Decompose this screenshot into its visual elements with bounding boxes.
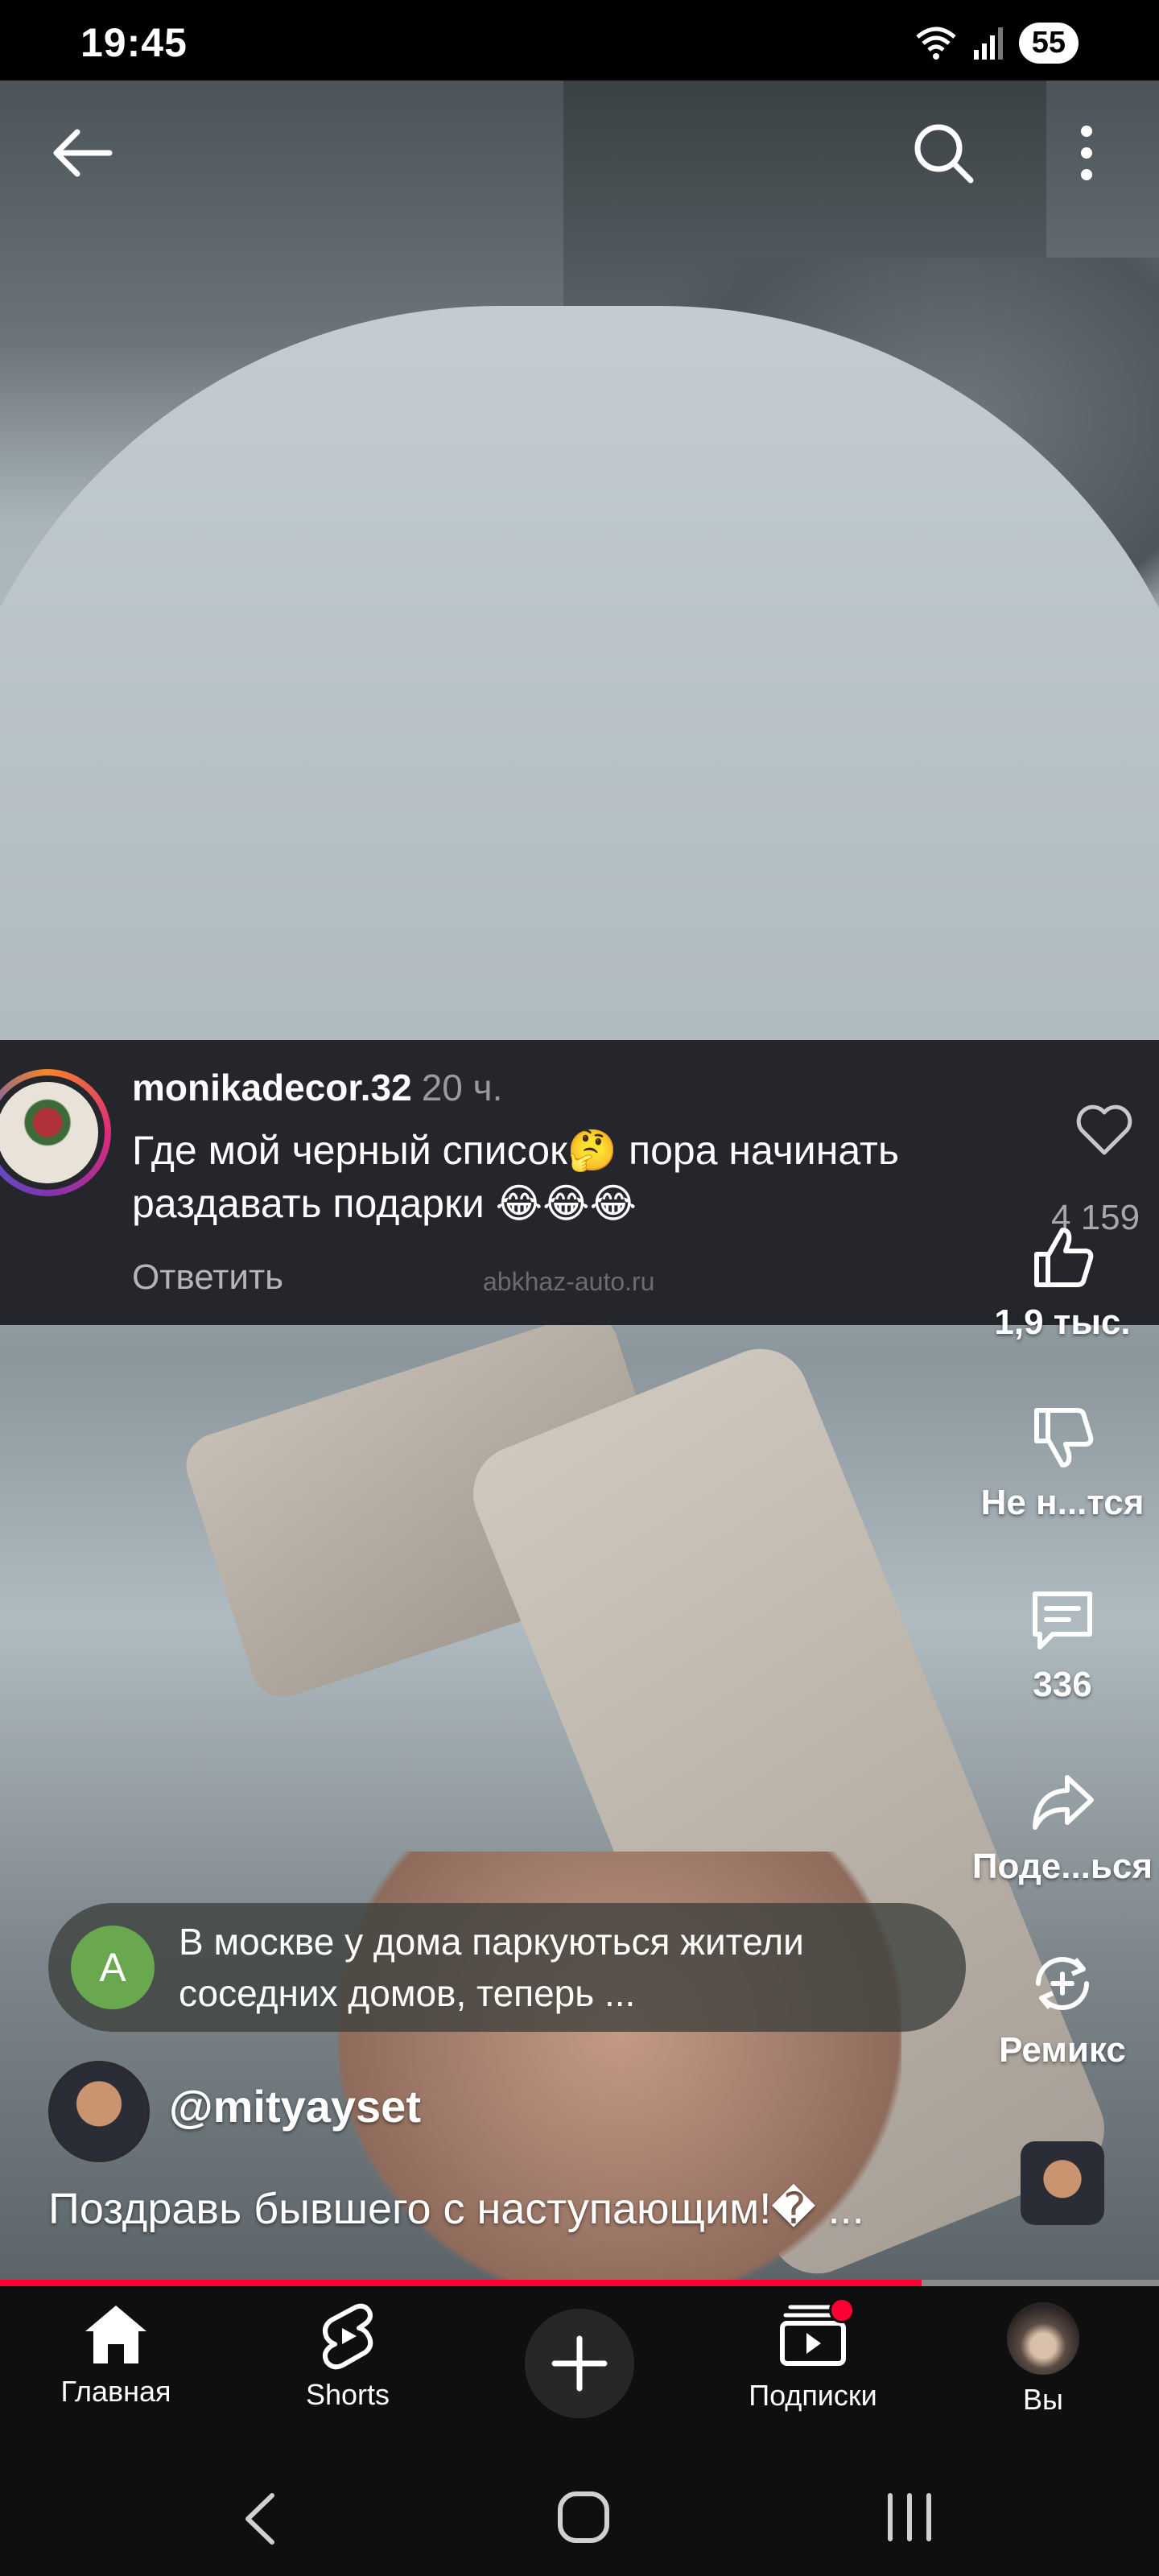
system-home-icon[interactable] (555, 2489, 612, 2545)
commenter-avatar[interactable] (0, 1069, 111, 1196)
status-time: 19:45 (80, 20, 188, 65)
channel-handle[interactable]: @mityayset (169, 2080, 421, 2132)
comment-time: 20 ч. (421, 1067, 503, 1108)
comment-text: Где мой черный список🤔 пора начинать раз… (132, 1128, 900, 1226)
subscriptions-notification-dot (829, 2297, 855, 2323)
nav-subscriptions-label: Подписки (749, 2379, 877, 2412)
share-button[interactable]: Поде...ься (958, 1768, 1159, 1887)
battery-indicator: 55 (1018, 23, 1079, 64)
nav-you-label: Вы (1023, 2383, 1063, 2416)
share-arrow-icon (1033, 1775, 1094, 1830)
status-bar: 19:45 55 (0, 0, 1159, 80)
comment-reply-button[interactable]: Ответить (132, 1257, 283, 1298)
thumbs-down-icon (1034, 1408, 1094, 1468)
status-icons: 55 (914, 23, 1079, 64)
comment-like-button[interactable] (1075, 1104, 1133, 1160)
related-video-avatar: A (71, 1926, 155, 2009)
more-vertical-icon (1081, 126, 1092, 180)
like-button[interactable]: 1,9 тыс. (958, 1224, 1159, 1343)
wifi-icon (916, 27, 956, 60)
nav-shorts[interactable]: Shorts (259, 2302, 436, 2412)
dislike-label: Не н...тся (980, 1483, 1145, 1522)
watermark-text: abkhaz-auto.ru (483, 1267, 655, 1296)
search-button[interactable] (903, 113, 984, 193)
related-video-pill[interactable]: A В москве у дома паркуються жители сосе… (48, 1903, 966, 2032)
more-options-button[interactable] (1046, 113, 1127, 193)
nav-home[interactable]: Главная (27, 2302, 204, 2409)
back-button[interactable] (42, 113, 122, 193)
nav-subscriptions[interactable]: Подписки (724, 2297, 901, 2413)
like-count: 1,9 тыс. (994, 1302, 1131, 1342)
system-recents-icon[interactable] (884, 2492, 935, 2542)
video-progress-fill (0, 2280, 922, 2286)
video-progress-bar[interactable] (0, 2280, 1159, 2286)
signal-icon (973, 27, 1003, 60)
nav-home-label: Главная (60, 2375, 171, 2408)
commenter-username-line: monikadecor.32 20 ч. (132, 1066, 502, 1109)
video-title[interactable]: Поздравь бывшего с наступающим!� ... (48, 2183, 864, 2234)
home-icon (85, 2306, 146, 2363)
comment-icon (1033, 1591, 1092, 1649)
profile-avatar (1007, 2302, 1079, 2375)
thumbs-up-icon (1034, 1228, 1094, 1287)
comments-button[interactable]: 336 (958, 1586, 1159, 1705)
system-back-icon[interactable] (240, 2491, 280, 2547)
bottom-navigation: Главная Shorts Подписки Вы (0, 2286, 1159, 2452)
plus-icon (551, 2335, 608, 2392)
related-video-title: В москве у дома паркуються жители соседн… (179, 1921, 804, 2014)
system-navigation-bar (0, 2452, 1159, 2576)
share-label: Поде...ься (971, 1847, 1153, 1886)
video-scene-snow (0, 306, 1159, 1111)
back-arrow-icon (53, 129, 113, 177)
nav-you[interactable]: Вы (955, 2302, 1132, 2417)
search-icon (914, 124, 974, 184)
remix-icon (1036, 1957, 1089, 2010)
heart-icon (1076, 1104, 1132, 1155)
dislike-button[interactable]: Не н...тся (958, 1404, 1159, 1523)
nav-shorts-label: Shorts (305, 2378, 390, 2411)
remix-button[interactable]: Ремикс (958, 1948, 1159, 2070)
sound-thumbnail[interactable] (1021, 2141, 1104, 2225)
shorts-icon (323, 2303, 373, 2370)
commenter-username[interactable]: monikadecor.32 (132, 1067, 412, 1108)
channel-avatar[interactable] (48, 2061, 150, 2162)
create-button[interactable] (525, 2309, 634, 2418)
remix-label: Ремикс (999, 2030, 1126, 2070)
comments-count: 336 (1033, 1665, 1092, 1704)
